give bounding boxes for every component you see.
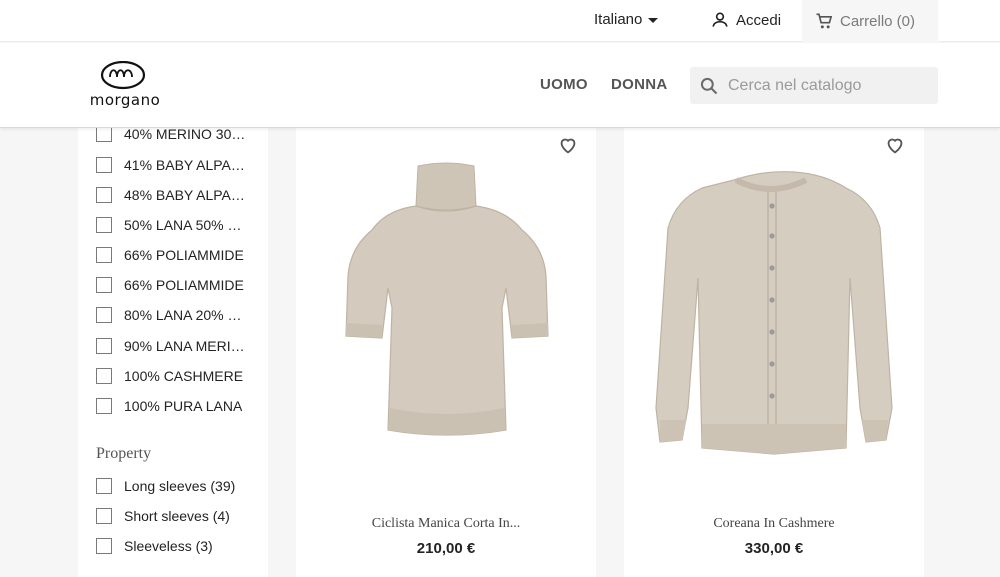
filter-label: 66% POLIAMMIDE [124,247,244,263]
filter-label: 48% BABY ALPACA [124,187,250,203]
filter-label: 90% LANA MERINO [124,338,250,354]
checkbox[interactable] [96,247,112,263]
top-bar: Italiano Accedi Carrello (0) [0,0,1000,42]
filter-option[interactable]: 40% MERINO 30% SETA 30% CASHMERE [96,126,250,142]
filter-option[interactable]: Sleeveless (3) [96,538,213,554]
logo-emblem-icon [100,61,146,90]
product-name[interactable]: Ciclista Manica Corta In... [296,516,596,532]
language-label: Italiano [594,11,643,28]
filter-option[interactable]: 41% BABY ALPACA [96,157,250,173]
filter-label: 80% LANA 20% POLIAMMIDE [124,307,250,323]
filter-sidebar: 40% MERINO 30% SETA 30% CASHMERE 41% BAB… [78,126,268,577]
brand-logo[interactable]: morgano [62,61,188,111]
caret-down-icon [648,18,659,23]
checkbox[interactable] [96,338,112,354]
cart-button[interactable]: Carrello (0) [802,0,938,42]
checkbox[interactable] [96,478,112,494]
filter-option[interactable]: 66% POLIAMMIDE [96,277,244,293]
main-header: morgano UOMO DONNA [0,43,1000,128]
wishlist-button[interactable] [877,130,913,160]
checkbox[interactable] [96,187,112,203]
checkbox[interactable] [96,307,112,323]
checkbox[interactable] [96,508,112,524]
filter-label: 41% BABY ALPACA [124,157,250,173]
turtleneck-sweater-image[interactable] [296,158,596,478]
search-input[interactable] [728,76,928,95]
checkbox[interactable] [96,538,112,554]
checkbox[interactable] [96,277,112,293]
user-icon [712,12,728,27]
filter-option[interactable]: Long sleeves (39) [96,478,235,494]
cardigan-image[interactable] [624,158,924,478]
filter-option[interactable]: 66% POLIAMMIDE [96,247,244,263]
facet-title-property: Property [96,445,152,462]
filter-label: 100% CASHMERE [124,368,244,384]
nav-uomo[interactable]: UOMO [540,76,588,93]
checkbox[interactable] [96,368,112,384]
filter-option[interactable]: 100% CASHMERE [96,368,243,384]
login-label: Accedi [736,11,782,29]
checkbox[interactable] [96,157,112,173]
filter-label: 40% MERINO 30% SETA 30% CASHMERE [124,126,250,142]
login-link[interactable]: Accedi [710,10,781,30]
filter-label: Long sleeves (39) [124,478,236,494]
filter-option[interactable]: 80% LANA 20% POLIAMMIDE [96,307,250,323]
checkbox[interactable] [96,126,112,142]
heart-icon [887,138,903,154]
nav-donna[interactable]: DONNA [611,76,668,93]
product-card[interactable]: Coreana In Cashmere 330,00 € [624,128,924,577]
filter-label: 50% LANA 50% POLIAMMIDE [124,217,250,233]
heart-icon [560,138,576,154]
logo-wordmark: morgano [89,91,161,109]
filter-option[interactable]: Short sleeves (4) [96,508,230,524]
language-selector[interactable]: Italiano [594,11,659,28]
product-card[interactable]: Ciclista Manica Corta In... 210,00 € [296,128,596,577]
filter-option[interactable]: 48% BABY ALPACA [96,187,250,203]
filter-option[interactable]: 100% PURA LANA [96,398,242,414]
wishlist-button[interactable] [550,130,586,160]
filter-label: Sleeveless (3) [124,538,213,554]
search-box [690,67,938,104]
cart-icon [816,13,833,29]
product-price: 330,00 € [744,540,804,557]
checkbox[interactable] [96,398,112,414]
cart-label: Carrello (0) [840,12,916,30]
filter-label: 100% PURA LANA [124,398,243,414]
filter-option[interactable]: 90% LANA MERINO [96,338,250,354]
filter-option[interactable]: 50% LANA 50% POLIAMMIDE [96,217,250,233]
product-price: 210,00 € [416,540,476,557]
product-name[interactable]: Coreana In Cashmere [624,516,924,532]
search-icon[interactable] [699,76,719,96]
filter-label: Short sleeves (4) [124,508,230,524]
filter-label: 66% POLIAMMIDE [124,277,244,293]
checkbox[interactable] [96,217,112,233]
